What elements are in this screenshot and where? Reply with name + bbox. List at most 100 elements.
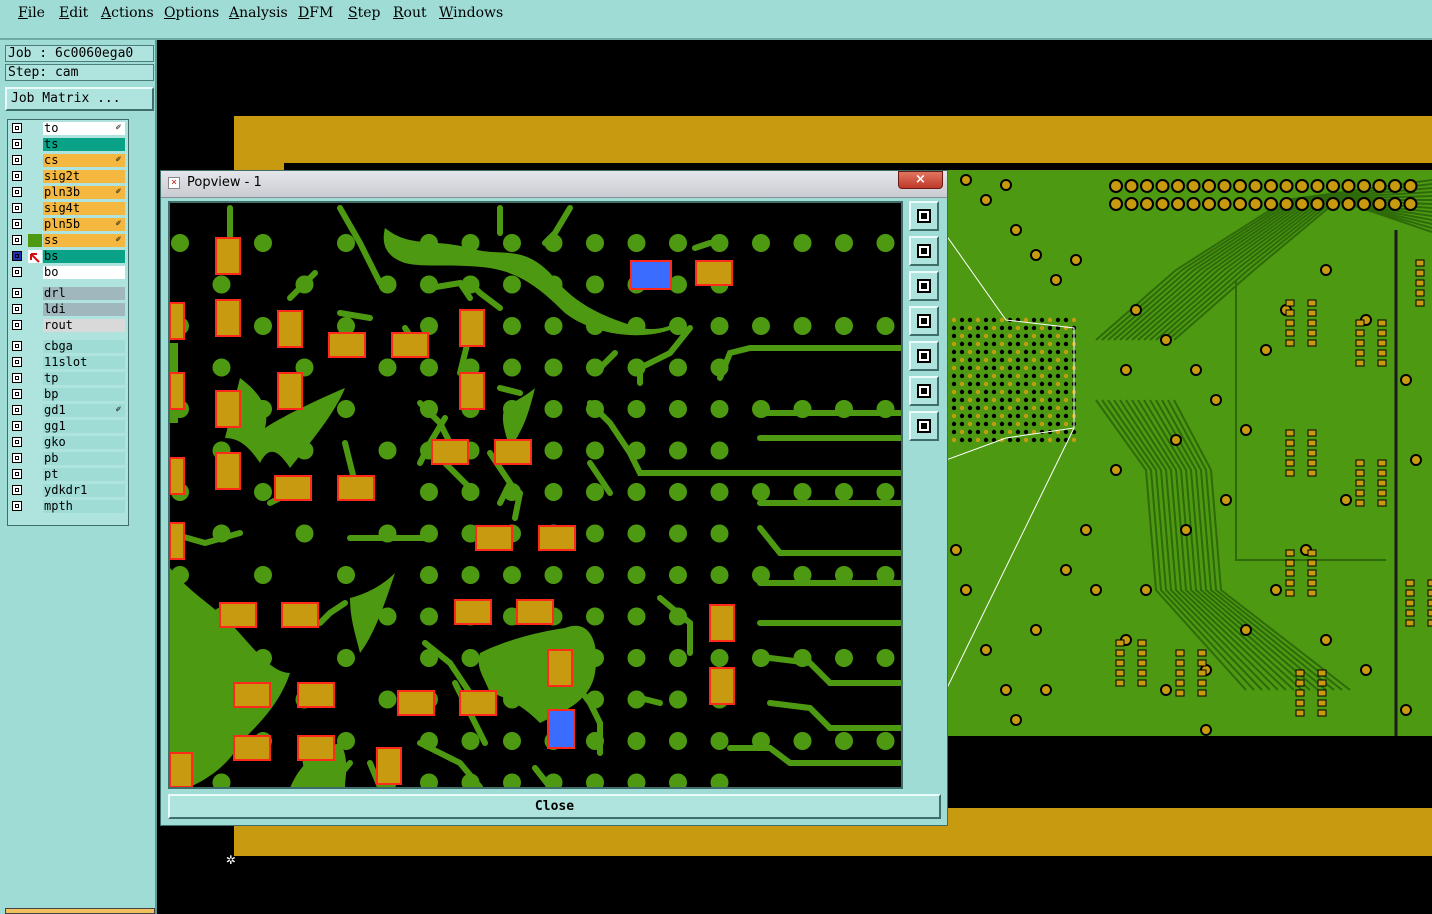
layer-row-ss[interactable]: ss ✐: [8, 234, 128, 248]
affected-icon[interactable]: [28, 287, 42, 300]
layer-row-pln3b[interactable]: pln3b ✐: [8, 186, 128, 200]
layer-checkbox[interactable]: [12, 453, 22, 463]
layer-name[interactable]: gd1 ✐: [43, 404, 125, 417]
layer-row-ts[interactable]: ts: [8, 138, 128, 152]
layer-checkbox[interactable]: [12, 171, 22, 181]
layer-name[interactable]: ss ✐: [43, 234, 125, 247]
layer-name[interactable]: rout: [43, 319, 125, 332]
layer-name[interactable]: to ✐: [43, 122, 125, 135]
pcb-graphics[interactable]: [946, 170, 1432, 736]
layer-row-to[interactable]: to ✐: [8, 122, 128, 136]
layer-name[interactable]: cbga: [43, 340, 125, 353]
menu-actions[interactable]: Actions: [101, 5, 154, 21]
layer-name[interactable]: tp: [43, 372, 125, 385]
layer-row-bs[interactable]: bs: [8, 250, 128, 264]
affected-icon[interactable]: [28, 340, 42, 353]
layer-name[interactable]: ydkdr1: [43, 484, 125, 497]
layer-name[interactable]: bs: [43, 250, 125, 263]
layer-row-tp[interactable]: tp: [8, 372, 128, 386]
layer-row-cs[interactable]: cs ✐: [8, 154, 128, 168]
layer-checkbox[interactable]: [12, 405, 22, 415]
layer-checkbox[interactable]: [12, 389, 22, 399]
layer-checkbox[interactable]: [12, 320, 22, 330]
affected-icon[interactable]: [28, 250, 42, 263]
affected-icon[interactable]: [28, 154, 42, 167]
layer-checkbox[interactable]: [12, 501, 22, 511]
zoom-fit-icon[interactable]: [909, 376, 939, 406]
layer-checkbox[interactable]: [12, 373, 22, 383]
layer-name[interactable]: pt: [43, 468, 125, 481]
affected-icon[interactable]: [28, 218, 42, 231]
layer-checkbox[interactable]: [12, 187, 22, 197]
layer-name[interactable]: mpth: [43, 500, 125, 513]
affected-icon[interactable]: [28, 500, 42, 513]
layer-checkbox[interactable]: [12, 288, 22, 298]
layer-checkbox[interactable]: [12, 219, 22, 229]
layer-checkbox[interactable]: [12, 203, 22, 213]
pan-down-icon[interactable]: [909, 271, 939, 301]
layer-checkbox[interactable]: [12, 421, 22, 431]
layer-name[interactable]: ts: [43, 138, 125, 151]
zoom-window-icon[interactable]: [909, 201, 939, 231]
affected-icon[interactable]: [28, 468, 42, 481]
layer-checkbox[interactable]: [12, 139, 22, 149]
affected-icon[interactable]: [28, 122, 42, 135]
layer-checkbox[interactable]: [12, 235, 22, 245]
layer-checkbox[interactable]: [12, 341, 22, 351]
menu-analysis[interactable]: Analysis: [229, 5, 288, 21]
affected-icon[interactable]: [28, 170, 42, 183]
affected-icon[interactable]: [28, 420, 42, 433]
layer-checkbox[interactable]: [12, 155, 22, 165]
layer-checkbox[interactable]: [12, 123, 22, 133]
affected-icon[interactable]: [28, 303, 42, 316]
menu-windows[interactable]: Windows: [439, 5, 503, 21]
affected-icon[interactable]: [28, 388, 42, 401]
layer-name[interactable]: gko: [43, 436, 125, 449]
layer-row-pln5b[interactable]: pln5b ✐: [8, 218, 128, 232]
affected-icon[interactable]: [28, 436, 42, 449]
window-close-button[interactable]: ×: [898, 171, 943, 189]
layer-name[interactable]: sig2t: [43, 170, 125, 183]
layer-row-gd1[interactable]: gd1 ✐: [8, 404, 128, 418]
layer-row-ydkdr1[interactable]: ydkdr1: [8, 484, 128, 498]
layer-row-drl[interactable]: drl: [8, 287, 128, 301]
layer-row-gg1[interactable]: gg1: [8, 420, 128, 434]
affected-icon[interactable]: [28, 266, 42, 279]
layer-row-pb[interactable]: pb: [8, 452, 128, 466]
menu-options[interactable]: Options: [164, 5, 219, 21]
layer-checkbox[interactable]: [12, 267, 22, 277]
affected-icon[interactable]: [28, 404, 42, 417]
popview-title-bar[interactable]: × Popview - 1 ×: [161, 171, 947, 198]
layer-name[interactable]: pln3b ✐: [43, 186, 125, 199]
affected-icon[interactable]: [28, 138, 42, 151]
layer-row-sig2t[interactable]: sig2t: [8, 170, 128, 184]
layer-checkbox[interactable]: [12, 357, 22, 367]
layer-name[interactable]: gg1: [43, 420, 125, 433]
layer-name[interactable]: pln5b ✐: [43, 218, 125, 231]
affected-icon[interactable]: [28, 484, 42, 497]
close-button[interactable]: Close: [168, 794, 941, 819]
affected-icon[interactable]: [28, 234, 42, 247]
menu-rout[interactable]: Rout: [393, 5, 427, 21]
layer-row-gko[interactable]: gko: [8, 436, 128, 450]
affected-icon[interactable]: [28, 452, 42, 465]
layer-name[interactable]: cs ✐: [43, 154, 125, 167]
job-matrix-button[interactable]: Job Matrix ...: [5, 87, 154, 111]
layer-checkbox[interactable]: [12, 251, 22, 261]
affected-icon[interactable]: [28, 356, 42, 369]
pan-right-icon[interactable]: [909, 341, 939, 371]
layer-row-rout[interactable]: rout: [8, 319, 128, 333]
affected-icon[interactable]: [28, 372, 42, 385]
layer-name[interactable]: bo: [43, 266, 125, 279]
menu-dfm[interactable]: DFM: [298, 5, 333, 21]
layer-row-pt[interactable]: pt: [8, 468, 128, 482]
menu-file[interactable]: File: [18, 5, 45, 21]
menu-edit[interactable]: Edit: [59, 5, 88, 21]
menu-step[interactable]: Step: [348, 5, 380, 21]
layer-name[interactable]: bp: [43, 388, 125, 401]
affected-icon[interactable]: [28, 186, 42, 199]
layer-checkbox[interactable]: [12, 485, 22, 495]
layer-checkbox[interactable]: [12, 304, 22, 314]
popview-canvas[interactable]: [168, 201, 903, 789]
layer-row-bo[interactable]: bo: [8, 266, 128, 280]
